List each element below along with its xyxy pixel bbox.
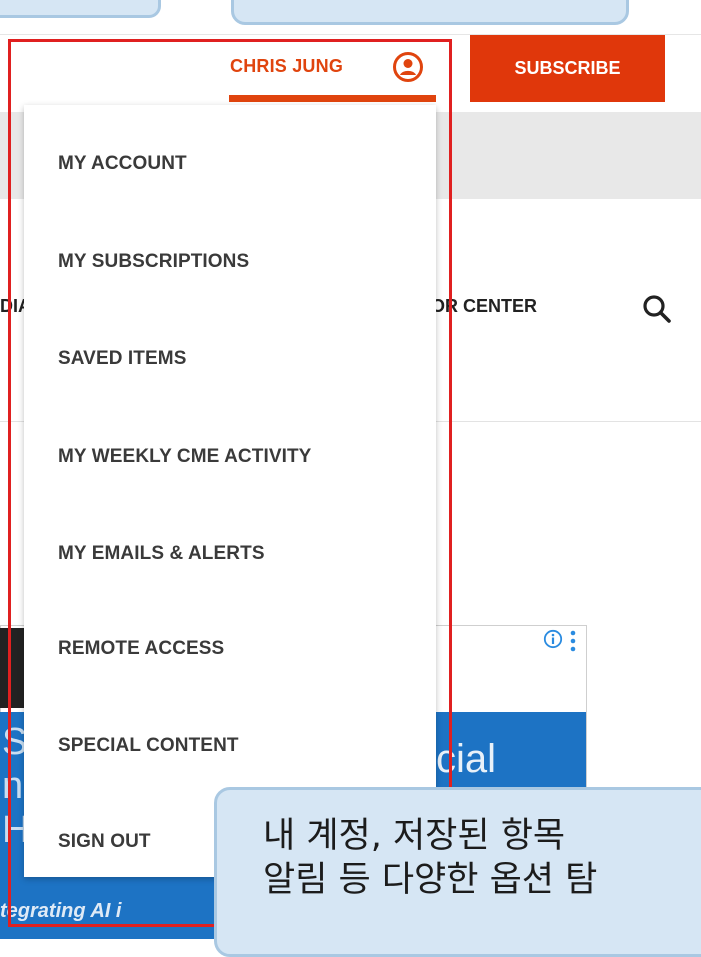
menu-item-remote-access[interactable]: REMOTE ACCESS	[58, 638, 224, 660]
ad-headline-fragment: cial	[436, 737, 497, 781]
annotation-caption: 내 계정, 저장된 항목 알림 등 다양한 옵션 탐	[214, 787, 701, 957]
callout-fragment-top-left	[0, 0, 161, 18]
ad-image-fragment	[0, 628, 24, 708]
user-menu-active-indicator	[229, 95, 436, 102]
menu-item-my-subscriptions[interactable]: MY SUBSCRIPTIONS	[58, 251, 249, 273]
menu-item-weekly-cme-activity[interactable]: MY WEEKLY CME ACTIVITY	[58, 446, 311, 468]
user-avatar-icon[interactable]	[392, 51, 424, 83]
menu-item-emails-alerts[interactable]: MY EMAILS & ALERTS	[58, 543, 265, 565]
callout-fragment-top	[231, 0, 629, 25]
search-icon[interactable]	[640, 292, 674, 326]
account-dropdown-menu: MY ACCOUNT MY SUBSCRIPTIONS SAVED ITEMS …	[24, 105, 436, 877]
menu-item-special-content[interactable]: SPECIAL CONTENT	[58, 735, 239, 757]
ad-info-icon[interactable]	[543, 629, 563, 649]
caption-line-1: 내 계정, 저장된 항목	[263, 816, 566, 856]
ad-more-options-icon[interactable]	[567, 630, 579, 652]
user-account-name[interactable]: CHRIS JUNG	[230, 56, 343, 77]
menu-item-saved-items[interactable]: SAVED ITEMS	[58, 348, 187, 370]
ad-subtitle-fragment: tegrating AI i	[0, 900, 122, 922]
caption-line-2: 알림 등 다양한 옵션 탐	[263, 860, 598, 900]
menu-item-my-account[interactable]: MY ACCOUNT	[58, 153, 187, 175]
menu-item-sign-out[interactable]: SIGN OUT	[58, 831, 151, 853]
subscribe-button[interactable]: SUBSCRIBE	[470, 35, 665, 102]
